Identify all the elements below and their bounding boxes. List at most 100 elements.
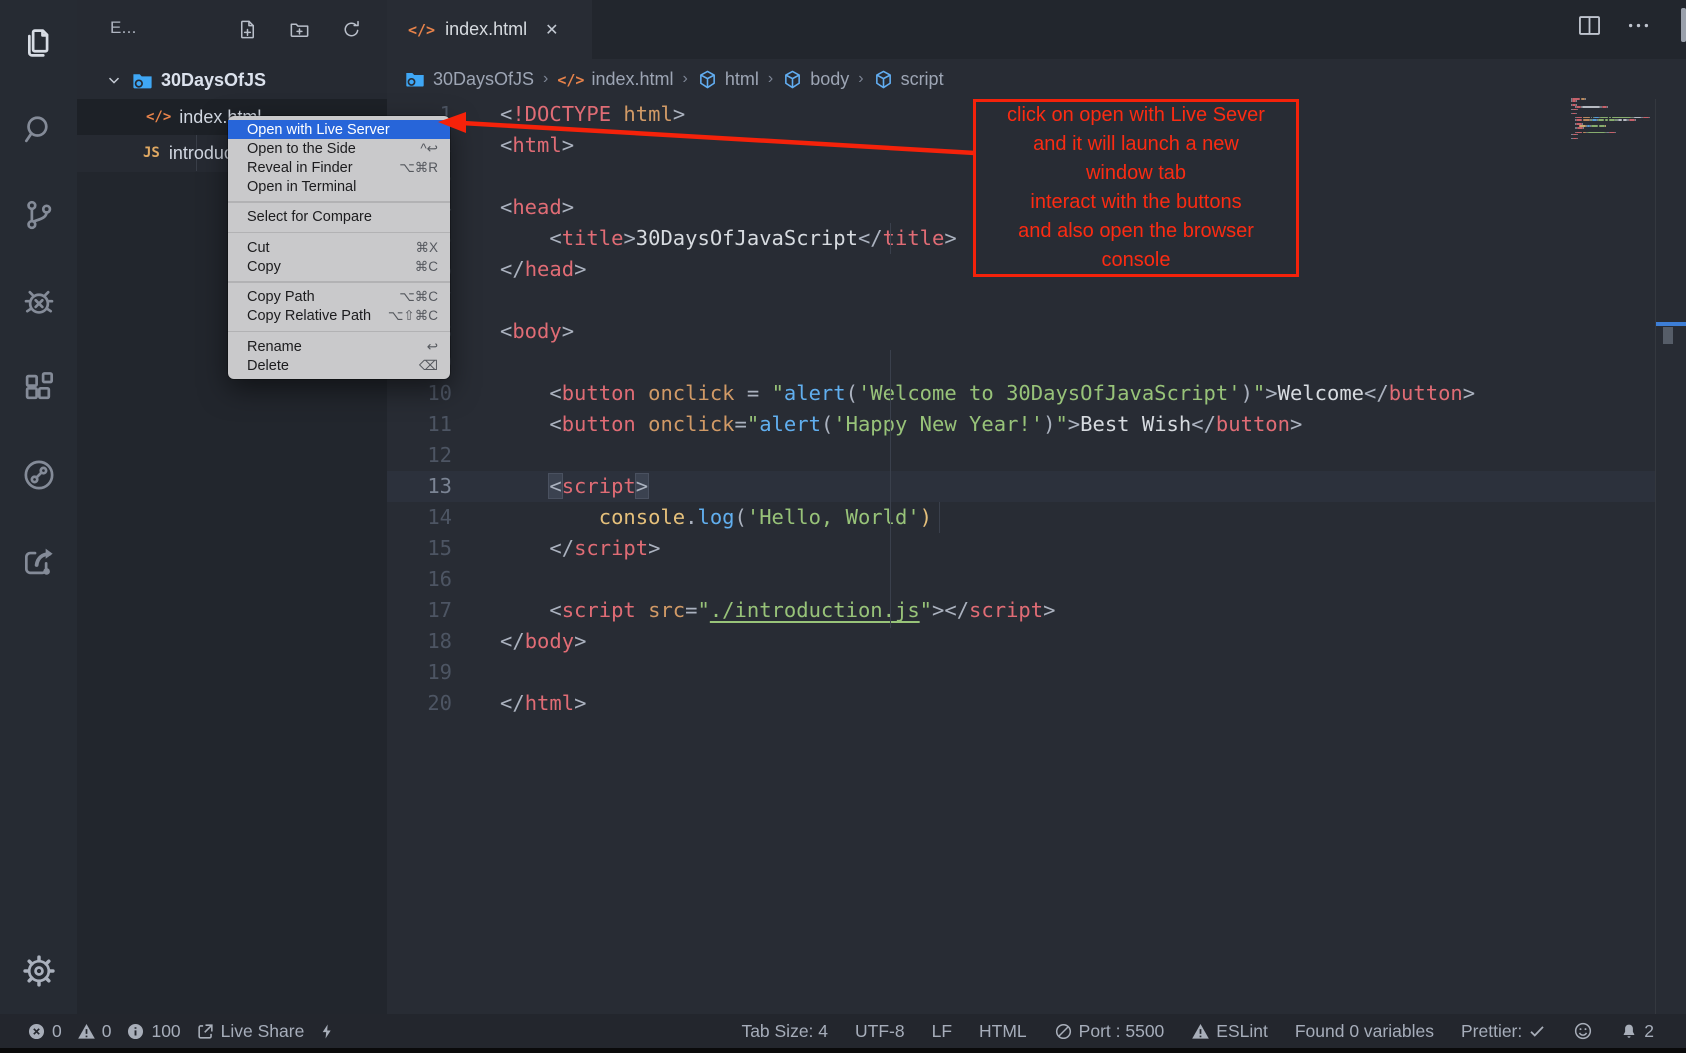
status-item-0[interactable]: 0	[27, 1021, 62, 1042]
menu-item-label: Copy	[247, 259, 281, 275]
menu-item-label: Copy Relative Path	[247, 308, 371, 324]
html-file-icon: </>	[408, 21, 435, 39]
settings-gear-icon[interactable]	[0, 936, 77, 1006]
code-line-15: 15 </script>	[387, 533, 1655, 564]
line-number: 15	[387, 533, 452, 564]
breadcrumb-body[interactable]: body	[782, 69, 849, 90]
search-icon[interactable]	[0, 94, 77, 164]
status-item-live-share[interactable]: Live Share	[196, 1021, 305, 1042]
status-item-tab-size-4[interactable]: Tab Size: 4	[741, 1021, 828, 1042]
code-line-18: 18</body>	[387, 626, 1655, 657]
annotation-text-line: window tab	[976, 159, 1296, 188]
menu-item-cut[interactable]: Cut ⌘X	[228, 238, 450, 257]
sidebar-item-root-folder[interactable]: 30DaysOfJS	[77, 62, 387, 98]
status-item-0[interactable]: 0	[77, 1021, 112, 1042]
activity-bar	[0, 0, 77, 1014]
menu-item-delete[interactable]: Delete⌫	[228, 356, 450, 375]
new-folder-icon[interactable]	[286, 16, 312, 42]
menu-item-open-with-live-server[interactable]: Open with Live Server	[228, 120, 450, 139]
line-number: 19	[387, 657, 452, 688]
status-item-prettier-[interactable]: Prettier:	[1461, 1021, 1546, 1042]
status-item-smiley-icon[interactable]	[1573, 1021, 1593, 1041]
status-item-label: Tab Size: 4	[741, 1021, 828, 1042]
status-item-label: Live Share	[221, 1021, 305, 1042]
breadcrumb-separator: ›	[683, 70, 688, 88]
menu-item-shortcut: ⌥⌘C	[399, 289, 438, 305]
line-content: <button onclick="alert('Happy New Year!'…	[500, 409, 1302, 440]
menu-item-open-in-terminal[interactable]: Open in Terminal	[228, 177, 450, 196]
status-item-label: Prettier:	[1461, 1021, 1522, 1042]
code-line-14: 14 console.log('Hello, World')	[387, 502, 1655, 533]
code-line-7: 7	[387, 285, 1655, 316]
new-file-icon[interactable]	[234, 16, 260, 42]
status-item-html[interactable]: HTML	[979, 1021, 1027, 1042]
scrollbar-thumb[interactable]	[1663, 327, 1673, 344]
menu-item-copy-relative-path[interactable]: Copy Relative Path⌥⇧⌘C	[228, 307, 450, 326]
status-item-port-5500[interactable]: Port : 5500	[1054, 1021, 1165, 1042]
status-item-utf-8[interactable]: UTF-8	[855, 1021, 905, 1042]
menu-item-label: Rename	[247, 339, 302, 355]
status-item-2[interactable]: 2	[1620, 1021, 1654, 1042]
source-control-icon[interactable]	[0, 180, 77, 250]
line-number: 12	[387, 440, 452, 471]
status-item-eslint[interactable]: ESLint	[1191, 1021, 1268, 1042]
explorer-icon[interactable]	[0, 8, 77, 78]
line-content: <body>	[500, 316, 574, 347]
menu-item-open-to-the-side[interactable]: Open to the Side^↩	[228, 139, 450, 158]
minimap-line	[1582, 106, 1600, 108]
breadcrumb-html[interactable]: html	[697, 69, 759, 90]
tab-label: index.html	[445, 19, 527, 40]
breadcrumb-30daysofjs[interactable]: 30DaysOfJS	[404, 68, 534, 90]
status-item-label: 0	[102, 1021, 112, 1042]
close-icon[interactable]: ✕	[545, 20, 558, 40]
info-icon	[126, 1022, 145, 1041]
breadcrumb-separator: ›	[543, 70, 548, 88]
menu-item-rename[interactable]: Rename↩	[228, 337, 450, 356]
code-line-17: 17 <script src="./introduction.js"></scr…	[387, 595, 1655, 626]
menu-item-copy[interactable]: Copy⌘C	[228, 257, 450, 276]
indent-guide	[890, 350, 891, 628]
minimap-line	[1576, 132, 1582, 134]
live-share-icon[interactable]	[0, 526, 77, 596]
minimap-line	[1576, 113, 1577, 115]
status-item-found-0-variables[interactable]: Found 0 variables	[1295, 1021, 1434, 1042]
menu-item-select-for-compare[interactable]: Select for Compare	[228, 208, 450, 227]
line-content: <button onclick = "alert('Welcome to 30D…	[500, 378, 1475, 409]
code-line-20: 20</html>	[387, 688, 1655, 719]
menu-item-shortcut: ⌥⌘R	[399, 160, 438, 176]
status-item-100[interactable]: 100	[126, 1021, 180, 1042]
minimap-line	[1598, 119, 1604, 121]
extensions-icon[interactable]	[0, 353, 77, 423]
code-line-12: 12	[387, 440, 1655, 471]
menu-item-copy-path[interactable]: Copy Path ⌥⌘C	[228, 288, 450, 307]
status-item-lf[interactable]: LF	[932, 1021, 952, 1042]
menu-item-label: Open to the Side	[247, 141, 356, 157]
warning-icon	[1191, 1022, 1210, 1041]
status-item-label: LF	[932, 1021, 952, 1042]
breadcrumb-index-html[interactable]: </>index.html	[557, 69, 673, 90]
menu-item-label: Cut	[247, 240, 270, 256]
menu-item-label: Copy Path	[247, 289, 315, 305]
breadcrumb-script[interactable]: script	[873, 69, 944, 90]
more-actions-icon[interactable]	[1625, 12, 1652, 39]
minimap-line	[1615, 132, 1616, 134]
code-line-16: 16	[387, 564, 1655, 595]
status-item-bolt-icon[interactable]	[319, 1022, 335, 1041]
split-editor-icon[interactable]	[1576, 12, 1603, 39]
status-item-label: UTF-8	[855, 1021, 905, 1042]
line-content: <title>30DaysOfJavaScript</title>	[500, 223, 957, 254]
status-item-label: HTML	[979, 1021, 1027, 1042]
debug-icon[interactable]	[0, 267, 77, 337]
explorer-title: E...	[110, 18, 137, 38]
tab-index-html[interactable]: </> index.html ✕	[387, 0, 592, 59]
minimap-line	[1605, 125, 1606, 127]
remote-circle-branch-icon[interactable]	[0, 440, 77, 510]
breadcrumb-label: body	[810, 69, 849, 90]
refresh-icon[interactable]	[338, 16, 364, 42]
minimap-line	[1585, 98, 1586, 100]
context-menu: Open with Live ServerOpen to the Side^↩R…	[228, 116, 450, 379]
minimap[interactable]	[1571, 98, 1651, 144]
menu-item-reveal-in-finder[interactable]: Reveal in Finder⌥⌘R	[228, 158, 450, 177]
minimap-line	[1583, 119, 1590, 121]
menu-item-shortcut: ⌘X	[415, 240, 438, 256]
